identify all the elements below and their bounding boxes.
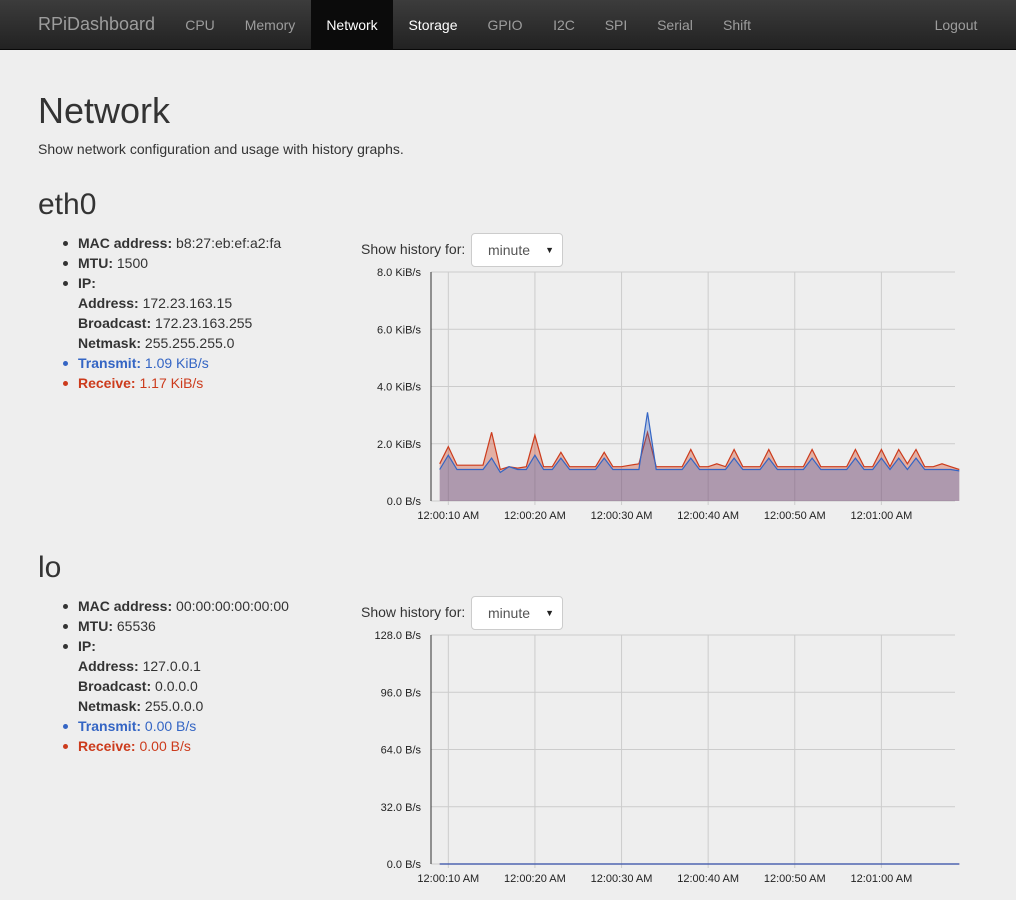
- nav-item-memory[interactable]: Memory: [232, 0, 308, 50]
- mtu-value: 65536: [116, 618, 156, 634]
- history-label: Show history for:: [361, 604, 466, 620]
- receive-value: 0.00 B/s: [139, 738, 191, 754]
- transmit-label: Transmit:: [78, 718, 142, 734]
- y-tick-label: 96.0 B/s: [381, 687, 422, 699]
- nav-item-i2c[interactable]: I2C: [541, 0, 587, 50]
- netmask-label: Netmask:: [78, 335, 142, 351]
- history-select-value: minute: [488, 242, 531, 258]
- ip-label: IP:: [78, 275, 96, 291]
- receive-label: Receive:: [78, 738, 136, 754]
- x-tick-label: 12:00:10 AM: [417, 510, 479, 522]
- info-mac: MAC address: b8:27:eb:ef:a2:fa: [60, 233, 281, 253]
- mac-value: 00:00:00:00:00:00: [176, 598, 289, 614]
- address-value: 127.0.0.1: [142, 658, 201, 674]
- info-netmask: Netmask: 255.255.255.0: [60, 333, 281, 353]
- broadcast-value: 172.23.163.255: [155, 315, 253, 331]
- info-mtu: MTU: 1500: [60, 253, 281, 273]
- x-tick-label: 12:00:50 AM: [764, 873, 826, 885]
- y-tick-label: 64.0 B/s: [381, 745, 422, 757]
- info-mtu: MTU: 65536: [60, 616, 289, 636]
- info-mac: MAC address: 00:00:00:00:00:00: [60, 596, 289, 616]
- mtu-label: MTU:: [78, 255, 113, 271]
- lo-history-chart: 0.0 B/s 32.0 B/s 64.0 B/s 96.0 B/s 128.0 B/s…: [375, 630, 960, 885]
- mac-label: MAC address:: [78, 598, 173, 614]
- info-receive: Receive: 0.00 B/s: [60, 736, 289, 756]
- page-title: Network: [38, 90, 171, 131]
- logout-link[interactable]: Logout: [922, 0, 990, 50]
- y-tick-label: 0.0 B/s: [387, 859, 422, 871]
- address-label: Address:: [78, 295, 139, 311]
- nav-item-network[interactable]: Network: [311, 0, 393, 50]
- mac-value: b8:27:eb:ef:a2:fa: [176, 235, 282, 251]
- interface-title-lo: lo: [38, 551, 62, 584]
- y-tick-label: 4.0 KiB/s: [377, 382, 422, 394]
- info-broadcast: Broadcast: 0.0.0.0: [60, 676, 289, 696]
- info-receive: Receive: 1.17 KiB/s: [60, 373, 281, 393]
- receive-label: Receive:: [78, 375, 136, 391]
- receive-value: 1.17 KiB/s: [139, 375, 204, 391]
- x-tick-label: 12:00:40 AM: [677, 873, 739, 885]
- x-tick-label: 12:00:50 AM: [764, 510, 826, 522]
- broadcast-label: Broadcast:: [78, 315, 152, 331]
- info-transmit: Transmit: 1.09 KiB/s: [60, 353, 281, 373]
- x-tick-label: 12:00:20 AM: [504, 873, 566, 885]
- nav-item-shift[interactable]: Shift: [713, 0, 761, 50]
- info-ip: IP:: [60, 636, 289, 656]
- history-label: Show history for:: [361, 241, 466, 257]
- mtu-label: MTU:: [78, 618, 113, 634]
- nav-item-storage[interactable]: Storage: [395, 0, 471, 50]
- x-tick-label: 12:00:30 AM: [591, 510, 653, 522]
- interface-title-eth0: eth0: [38, 188, 97, 221]
- history-select-value: minute: [488, 605, 531, 621]
- nav-item-cpu[interactable]: CPU: [174, 0, 226, 50]
- ip-label: IP:: [78, 638, 96, 654]
- netmask-value: 255.0.0.0: [144, 698, 204, 714]
- brand-link[interactable]: RPiDashboard: [38, 14, 155, 35]
- interface-info-lo: MAC address: 00:00:00:00:00:00 MTU: 6553…: [60, 596, 289, 756]
- y-tick-label: 32.0 B/s: [381, 802, 422, 814]
- mtu-value: 1500: [116, 255, 149, 271]
- netmask-value: 255.255.255.0: [144, 335, 235, 351]
- nav-item-serial[interactable]: Serial: [646, 0, 704, 50]
- x-tick-label: 12:00:10 AM: [417, 873, 479, 885]
- x-tick-label: 12:00:20 AM: [504, 510, 566, 522]
- y-tick-label: 128.0 B/s: [375, 630, 422, 642]
- x-tick-label: 12:00:30 AM: [591, 873, 653, 885]
- page-subtitle: Show network configuration and usage wit…: [38, 141, 404, 157]
- broadcast-value: 0.0.0.0: [155, 678, 198, 694]
- info-ip: IP:: [60, 273, 281, 293]
- broadcast-label: Broadcast:: [78, 678, 152, 694]
- address-value: 172.23.163.15: [142, 295, 233, 311]
- address-label: Address:: [78, 658, 139, 674]
- y-tick-label: 8.0 KiB/s: [377, 267, 422, 279]
- info-transmit: Transmit: 0.00 B/s: [60, 716, 289, 736]
- x-tick-label: 12:01:00 AM: [850, 510, 912, 522]
- nav-item-spi[interactable]: SPI: [596, 0, 636, 50]
- y-tick-label: 6.0 KiB/s: [377, 324, 422, 336]
- info-broadcast: Broadcast: 172.23.163.255: [60, 313, 281, 333]
- transmit-value: 1.09 KiB/s: [144, 355, 209, 371]
- y-tick-label: 0.0 B/s: [387, 496, 422, 508]
- y-tick-label: 2.0 KiB/s: [377, 439, 422, 451]
- netmask-label: Netmask:: [78, 698, 142, 714]
- info-address: Address: 127.0.0.1: [60, 656, 289, 676]
- nav-item-gpio[interactable]: GPIO: [477, 0, 533, 50]
- transmit-label: Transmit:: [78, 355, 142, 371]
- interface-info-eth0: MAC address: b8:27:eb:ef:a2:fa MTU: 1500…: [60, 233, 281, 393]
- x-tick-label: 12:00:40 AM: [677, 510, 739, 522]
- info-netmask: Netmask: 255.0.0.0: [60, 696, 289, 716]
- x-tick-label: 12:01:00 AM: [850, 873, 912, 885]
- info-address: Address: 172.23.163.15: [60, 293, 281, 313]
- navbar: RPiDashboard CPU Memory Network Storage …: [0, 0, 1016, 50]
- mac-label: MAC address:: [78, 235, 173, 251]
- eth0-history-chart: 0.0 B/s 2.0 KiB/s 4.0 KiB/s 6.0 KiB/s 8.0 Ki…: [377, 267, 960, 522]
- transmit-value: 0.00 B/s: [144, 718, 197, 734]
